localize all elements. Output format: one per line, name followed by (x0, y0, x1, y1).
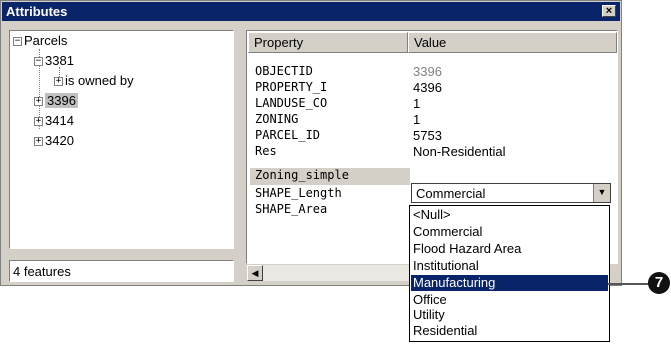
property-cell: PARCEL_ID (255, 128, 321, 142)
tree-node-label: is owned by (65, 73, 134, 88)
scroll-left-icon[interactable]: ◀ (247, 265, 263, 281)
value-cell[interactable]: 1 (413, 96, 420, 111)
column-header-property[interactable]: Property (248, 32, 408, 53)
option-manufacturing[interactable]: Manufacturing (411, 275, 608, 291)
chevron-down-icon[interactable]: ▼ (593, 184, 610, 202)
zoning-options-list[interactable]: <Null> Commercial Flood Hazard Area Inst… (409, 205, 610, 342)
feature-count-status: 4 features (9, 260, 234, 282)
property-cell: SHAPE_Length (255, 186, 342, 200)
zoning-simple-combobox[interactable]: Commercial ▼ (411, 183, 611, 203)
callout-line (608, 283, 650, 285)
property-cell: ZONING (255, 112, 299, 126)
option-residential[interactable]: Residential (411, 323, 608, 339)
tree-node-is-owned-by[interactable]: + is owned by (54, 73, 134, 88)
value-cell: 3396 (413, 64, 442, 79)
tree-node-label: 3420 (45, 133, 74, 148)
expand-icon[interactable]: + (34, 97, 43, 107)
property-cell: PROPERTY_I (255, 80, 328, 94)
property-cell: SHAPE_Area (255, 202, 328, 216)
combobox-value: Commercial (416, 186, 486, 201)
tree-node-3381[interactable]: −3381 (34, 53, 74, 68)
expand-icon[interactable]: + (54, 77, 63, 87)
value-cell[interactable]: 4396 (413, 80, 442, 95)
value-cell[interactable]: Non-Residential (413, 144, 506, 159)
expand-icon[interactable]: + (34, 117, 43, 127)
tree-root-label: Parcels (24, 33, 68, 48)
collapse-icon[interactable]: − (13, 37, 22, 47)
option-flood-hazard-area[interactable]: Flood Hazard Area (411, 241, 608, 257)
tree-node-3414[interactable]: +3414 (34, 113, 74, 128)
value-cell[interactable]: 5753 (413, 128, 442, 143)
window-title: Attributes (6, 4, 68, 19)
feature-tree[interactable]: − Parcels −3381 + is owned by +3396 +3414 … (9, 30, 234, 249)
collapse-icon[interactable]: − (34, 57, 43, 67)
tree-node-3420[interactable]: +3420 (34, 133, 74, 148)
tree-node-3396[interactable]: +3396 (34, 93, 78, 108)
tree-node-label: 3381 (45, 53, 74, 68)
option-institutional[interactable]: Institutional (411, 258, 608, 274)
value-cell[interactable]: 1 (413, 112, 420, 127)
property-cell: Res (255, 144, 277, 158)
option-commercial[interactable]: Commercial (411, 224, 608, 240)
close-icon[interactable]: × (602, 5, 616, 17)
property-cell: LANDUSE_CO (255, 96, 328, 110)
step-number-badge: 7 (648, 272, 670, 294)
tree-node-label: 3396 (45, 93, 78, 108)
expand-icon[interactable]: + (34, 137, 43, 147)
tree-node-label: 3414 (45, 113, 74, 128)
tree-node-root[interactable]: − Parcels (13, 33, 67, 48)
property-cell: OBJECTID (255, 64, 313, 78)
title-bar[interactable]: Attributes × (2, 2, 620, 21)
option-utility[interactable]: Utility (411, 307, 608, 323)
property-cell-selected: Zoning_simple (250, 168, 410, 185)
column-header-value[interactable]: Value (408, 32, 617, 53)
option-office[interactable]: Office (411, 292, 608, 308)
scroll-track[interactable] (263, 265, 423, 281)
option-null[interactable]: <Null> (411, 207, 608, 223)
